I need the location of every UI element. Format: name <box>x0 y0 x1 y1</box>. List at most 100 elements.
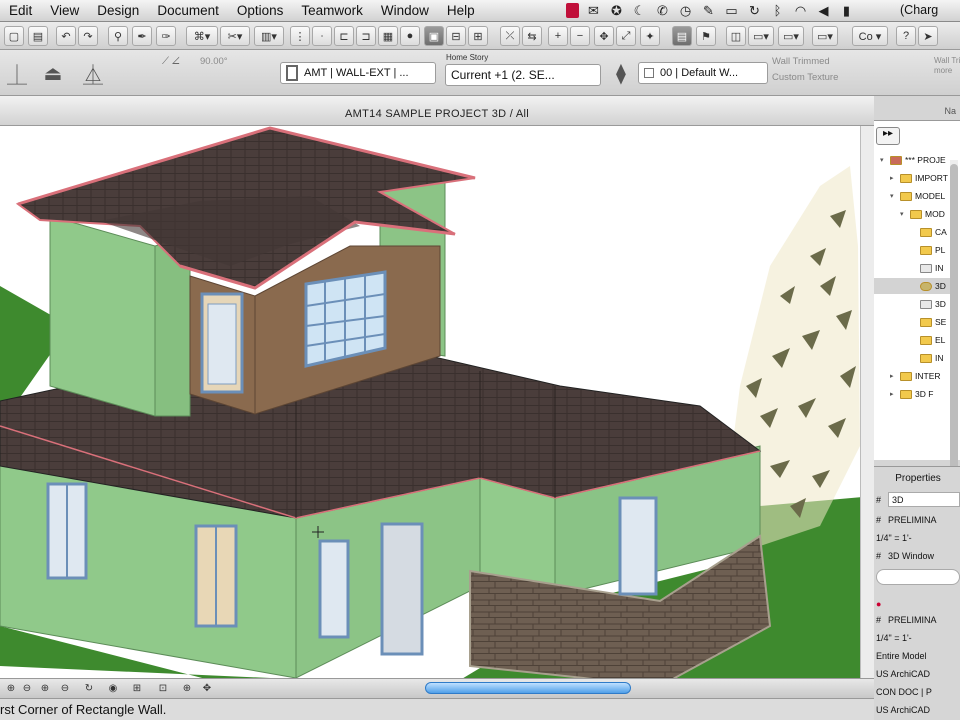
disclosure-icon[interactable]: ▸ <box>890 372 900 380</box>
wall-slanted-icon[interactable]: ⏅ <box>80 58 106 88</box>
disclosure-icon[interactable]: ▸ <box>890 174 900 182</box>
script-icon[interactable]: ✎ <box>700 2 717 19</box>
disclosure-icon[interactable]: ▾ <box>880 156 890 164</box>
elevation-icon[interactable]: ⊟ <box>446 26 466 46</box>
vertical-scrollbar[interactable] <box>860 126 874 698</box>
zoom-in-icon[interactable]: + <box>548 26 568 46</box>
display-combo-icon[interactable]: ▭▾ <box>778 26 804 46</box>
menu-options[interactable]: Options <box>228 3 293 18</box>
navigator-item[interactable]: ▸ 3D F <box>874 386 950 402</box>
property-scale2[interactable]: 1/4" = 1'- <box>876 629 960 646</box>
property-3dwindow[interactable]: # 3D Window <box>876 547 960 564</box>
snap-point-icon[interactable]: ∙ <box>312 26 332 46</box>
wall-composite-select[interactable]: AMT | WALL-EXT | ... <box>280 62 436 84</box>
disclosure-icon[interactable]: ▾ <box>890 192 900 200</box>
zoom-back-icon[interactable]: ⊖ <box>58 681 72 695</box>
fit-icon[interactable]: ⤢ <box>616 26 636 46</box>
navigator-icon[interactable]: ◫ <box>726 26 746 46</box>
navigator-item[interactable]: ▾ MODEL <box>874 188 950 204</box>
undo-icon[interactable]: ↶ <box>56 26 76 46</box>
phone-icon[interactable]: ✆ <box>654 2 671 19</box>
property-scale1[interactable]: 1/4" = 1'- <box>876 529 960 546</box>
pan-icon[interactable]: ✥ <box>594 26 614 46</box>
explore-icon[interactable]: ⇆ <box>522 26 542 46</box>
navigator-item[interactable]: ▸ INTER <box>874 368 950 384</box>
zoom-out-icon[interactable]: ⊖ <box>20 681 34 695</box>
new-icon[interactable]: ▢ <box>4 26 24 46</box>
grid-icon[interactable]: ⊞ <box>130 681 144 695</box>
navigator-item[interactable]: ▾ *** PROJE <box>874 152 950 168</box>
zoom-in-icon[interactable]: ⊕ <box>4 681 18 695</box>
group-icon[interactable]: ▥▾ <box>254 26 284 46</box>
menu-view[interactable]: View <box>41 3 88 18</box>
wifi-icon[interactable]: ◠ <box>792 2 809 19</box>
menu-window[interactable]: Window <box>372 3 438 18</box>
layer-select[interactable]: 00 | Default W... <box>638 62 768 84</box>
eyedropper-icon[interactable]: ✒ <box>132 26 152 46</box>
disclosure-icon[interactable]: ▸ <box>890 390 900 398</box>
menu-edit[interactable]: Edit <box>0 3 41 18</box>
property-us-archicad[interactable]: US ArchiCAD <box>876 665 960 682</box>
trim-icon[interactable]: ✂▾ <box>220 26 250 46</box>
navigator-item[interactable]: ▸ IMPORT <box>874 170 950 186</box>
disclosure-icon[interactable]: ▾ <box>900 210 910 218</box>
model-view-icon[interactable]: ▭▾ <box>812 26 838 46</box>
navigator-item[interactable]: CA <box>874 224 950 240</box>
fit-in-window-icon[interactable]: ⊡ <box>156 681 170 695</box>
property-entire-model[interactable]: Entire Model <box>876 647 960 664</box>
support-icon[interactable]: ✪ <box>608 2 625 19</box>
angle-value[interactable]: 90.00° <box>200 56 228 67</box>
property-us-archicad-2[interactable]: US ArchiCAD <box>876 701 960 718</box>
help-icon[interactable]: ? <box>896 26 916 46</box>
arrow-tool-icon[interactable]: ➤ <box>918 26 938 46</box>
navigator-item[interactable]: ▾ MOD <box>874 206 950 222</box>
time-machine-icon[interactable]: ↻ <box>746 2 763 19</box>
syringe-icon[interactable]: ✑ <box>156 26 176 46</box>
wall-trapezoid-icon[interactable]: ⏏ <box>40 58 66 88</box>
navigator-item[interactable]: IN <box>874 260 950 276</box>
reference-line-icon[interactable]: ⧫ <box>608 58 634 88</box>
publish-icon[interactable]: ▤ <box>672 26 692 46</box>
render-icon[interactable]: ✦ <box>640 26 660 46</box>
dashboard-icon[interactable]: ◷ <box>677 2 694 19</box>
navigator-item[interactable]: 3D <box>874 296 950 312</box>
find-icon[interactable]: ⚲ <box>108 26 128 46</box>
menu-teamwork[interactable]: Teamwork <box>292 3 372 18</box>
3d-view-icon[interactable]: ▣ <box>424 26 444 46</box>
orbit-icon[interactable]: ↻ <box>82 681 96 695</box>
section-icon[interactable]: ⊞ <box>468 26 488 46</box>
navigator-mode-button[interactable]: ▸▸ <box>876 127 900 145</box>
grid-snap-icon[interactable]: ⋮ <box>290 26 310 46</box>
navigator-item[interactable]: PL <box>874 242 950 258</box>
menu-help[interactable]: Help <box>438 3 484 18</box>
layer-icon[interactable]: ▦ <box>378 26 398 46</box>
navigator-item[interactable]: SE <box>874 314 950 330</box>
property-prelim1[interactable]: # PRELIMINA <box>876 511 960 528</box>
navigator-item[interactable]: EL <box>874 332 950 348</box>
battery-icon[interactable]: ▮ <box>838 2 855 19</box>
menu-document[interactable]: Document <box>148 3 228 18</box>
property-con-doc[interactable]: CON DOC | P <box>876 683 960 700</box>
navigator-item[interactable]: IN <box>874 350 950 366</box>
redo-icon[interactable]: ↷ <box>78 26 98 46</box>
property-3d-field[interactable]: 3D <box>888 492 960 507</box>
fill-icon[interactable]: ● <box>400 26 420 46</box>
growl-icon[interactable]: ✉ <box>585 2 602 19</box>
zoom-fit-icon[interactable]: ⊕ <box>180 681 194 695</box>
property-prelim2-row[interactable]: # PRELIMINA <box>876 611 960 628</box>
wall-straight-icon[interactable]: ⏊ <box>4 58 30 88</box>
moon-icon[interactable]: ☾ <box>631 2 648 19</box>
red-app-icon[interactable] <box>566 3 579 18</box>
property-blank-field[interactable] <box>876 567 960 587</box>
3d-viewport[interactable] <box>0 126 874 698</box>
teamwork-icon[interactable]: ⚑ <box>696 26 716 46</box>
pan-icon[interactable]: ✥ <box>200 681 214 695</box>
volume-icon[interactable]: ◀ <box>815 2 832 19</box>
navigator-scrollbar[interactable] <box>950 160 958 490</box>
home-story-select[interactable]: Current +1 (2. SE... <box>445 64 601 86</box>
zoom-out-icon[interactable]: − <box>570 26 590 46</box>
distribute-icon[interactable]: ⊐ <box>356 26 376 46</box>
orbit-icon[interactable]: ⤫ <box>500 26 520 46</box>
magic-wand-icon[interactable]: ⌘▾ <box>186 26 218 46</box>
horizontal-scrollbar-thumb[interactable] <box>425 682 631 694</box>
